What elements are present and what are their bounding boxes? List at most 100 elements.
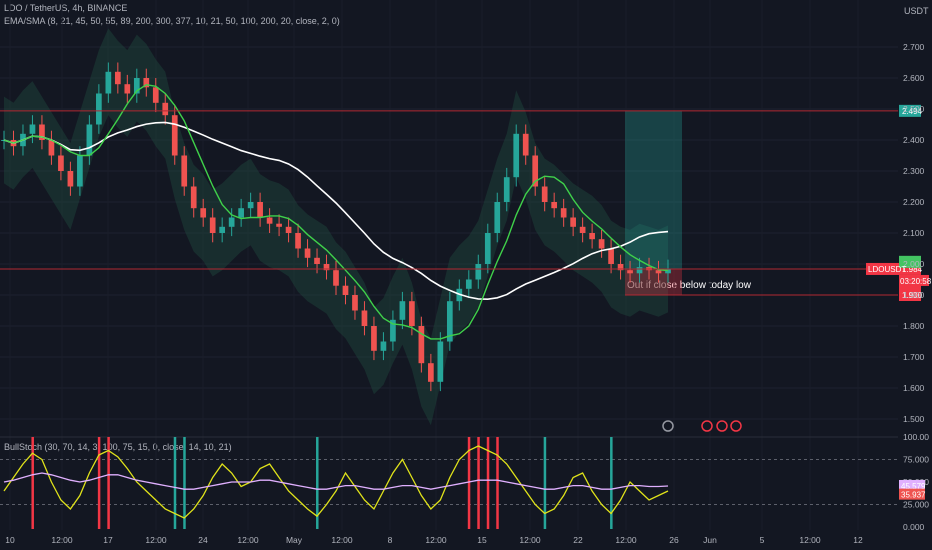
- candle: [399, 301, 406, 320]
- price-tick: 2.100: [903, 228, 925, 238]
- overbought-bar: [97, 437, 101, 529]
- candle: [371, 326, 377, 351]
- price-tick: 1.900: [903, 290, 925, 300]
- price-tick: 2.600: [903, 73, 925, 83]
- price-tick: 2.400: [903, 135, 925, 145]
- time-tick: 26: [669, 535, 679, 545]
- candle: [285, 226, 292, 233]
- candle: [541, 186, 548, 202]
- price-tick: 1.600: [903, 383, 925, 393]
- price-tick: 1.700: [903, 352, 925, 362]
- time-tick: 22: [573, 535, 583, 545]
- candle: [228, 217, 235, 227]
- candle: [418, 326, 425, 364]
- candle: [655, 270, 662, 274]
- time-tick: 12:00: [615, 535, 637, 545]
- time-tick: 10: [5, 535, 15, 545]
- candle: [636, 267, 643, 274]
- price-tick: 1.800: [903, 321, 925, 331]
- time-axis[interactable]: 10 12:00 17 12:00 24 12:00 May 12:00 8 12:00 15 12:…: [5, 535, 863, 545]
- candle: [67, 171, 74, 187]
- countdown-tag-label: 03:20:58: [900, 277, 932, 286]
- volatility-band: [4, 28, 668, 426]
- band-area: [4, 28, 668, 426]
- candle: [428, 363, 434, 382]
- event-icon: [701, 420, 713, 432]
- candle: [295, 233, 301, 249]
- candle: [124, 84, 131, 94]
- candle: [475, 264, 482, 280]
- candle: [560, 208, 567, 218]
- candle: [608, 248, 614, 264]
- candle: [513, 133, 520, 178]
- time-tick: 24: [198, 535, 208, 545]
- overbought-bar: [477, 437, 480, 529]
- time-tick: 12:00: [51, 535, 73, 545]
- candle: [247, 202, 254, 209]
- oversold-bar: [610, 437, 613, 529]
- candle: [114, 71, 121, 85]
- candle: [314, 257, 320, 264]
- candle: [589, 233, 595, 240]
- price-tick: 2.200: [903, 197, 925, 207]
- oversold-bar: [183, 437, 186, 529]
- oscillator-pane: 100.0075.00050.00025.0000.00045.57935.93…: [0, 432, 929, 532]
- candle: [162, 102, 169, 116]
- overbought-bar: [496, 437, 499, 529]
- candle: [276, 223, 282, 227]
- candle: [598, 239, 605, 249]
- osc-tick: 0.000: [903, 522, 925, 532]
- candle: [352, 295, 358, 311]
- price-tick: 2.300: [903, 166, 925, 176]
- symbol-tag-label: LDOUSDT: [868, 265, 906, 274]
- candle: [257, 202, 263, 218]
- candle: [181, 155, 188, 187]
- candle: [86, 124, 93, 156]
- candle: [105, 71, 112, 94]
- stop-zone: [625, 268, 682, 295]
- candle: [522, 133, 529, 156]
- event-icons: [662, 420, 742, 432]
- candle: [579, 226, 586, 233]
- candle: [209, 217, 216, 233]
- candle: [304, 248, 311, 258]
- candle: [152, 87, 159, 103]
- time-tick: 12:00: [519, 535, 541, 545]
- time-tick: 5: [760, 535, 765, 545]
- price-tick: 2.500: [903, 104, 925, 114]
- time-tick: 17: [103, 535, 113, 545]
- candle: [200, 208, 207, 218]
- event-icon: [662, 420, 674, 432]
- osc-line: [3, 445, 669, 519]
- candle: [238, 208, 244, 218]
- osc-tick: 100.00: [903, 432, 929, 442]
- chart-canvas[interactable]: 2.4941.9841.9002.7002.6002.5002.4002.300…: [0, 0, 932, 550]
- time-tick: 12:00: [145, 535, 167, 545]
- candle: [58, 155, 64, 171]
- time-tick: 12:00: [237, 535, 259, 545]
- osc-line: [3, 472, 669, 490]
- candle: [219, 226, 226, 233]
- time-tick: 12: [853, 535, 863, 545]
- candle: [494, 202, 501, 233]
- candle: [465, 279, 472, 289]
- time-tick: Jun: [703, 535, 717, 545]
- oversold-bar: [543, 437, 547, 529]
- candle: [570, 217, 576, 227]
- target-zone: [625, 110, 682, 269]
- candle: [96, 93, 102, 125]
- candle: [484, 233, 491, 264]
- time-tick: 12:00: [799, 535, 821, 545]
- candles: [1, 62, 671, 392]
- osc-tick: 25.000: [903, 500, 929, 510]
- osc-tick: 75.000: [903, 455, 929, 465]
- time-tick: 8: [388, 535, 393, 545]
- osc-value-label: 35.937: [901, 491, 926, 500]
- candle: [48, 140, 55, 156]
- time-tick: 15: [477, 535, 487, 545]
- price-tick: 1.500: [903, 414, 925, 424]
- candle: [503, 177, 510, 202]
- time-tick: May: [286, 535, 303, 545]
- candle: [190, 186, 197, 209]
- price-tick: 2.700: [903, 42, 925, 52]
